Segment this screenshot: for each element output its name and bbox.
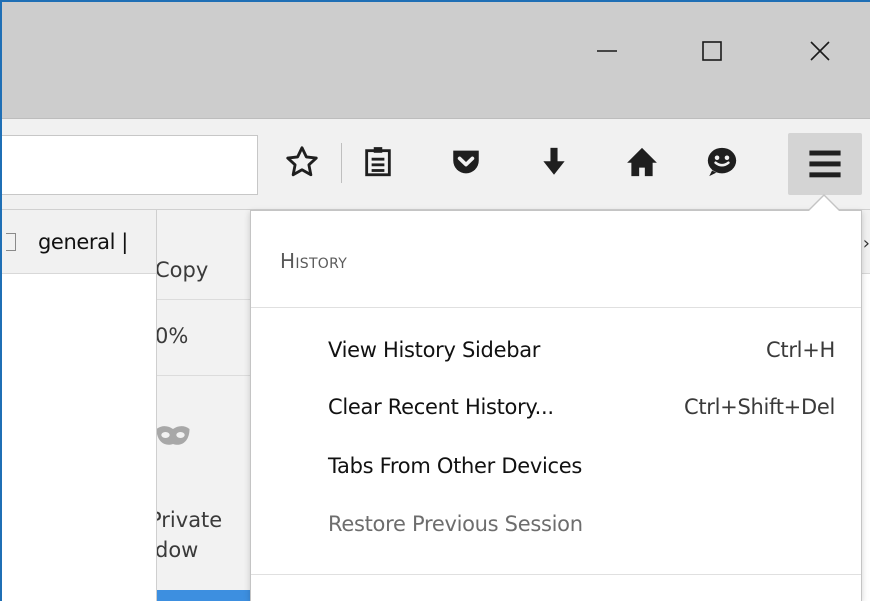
bookmark-item-general[interactable]: general |	[38, 230, 128, 254]
history-panel-header: History	[251, 211, 861, 308]
minimize-icon	[597, 50, 617, 52]
private-mask-icon	[157, 426, 190, 445]
maximize-icon	[702, 41, 722, 61]
menu-item-label: Clear Recent History...	[328, 395, 554, 419]
menu-item-view-history-sidebar[interactable]: View History Sidebar Ctrl+H	[251, 325, 861, 381]
reading-list-icon	[365, 147, 391, 177]
panel-footer-accent	[157, 590, 256, 601]
bookmark-page-icon	[6, 233, 16, 251]
panel-arrow-fill	[809, 196, 839, 211]
hello-chat-icon	[707, 147, 737, 177]
menu-item-label: Restore Previous Session	[328, 512, 583, 536]
menu-item-tabs-from-other-devices[interactable]: Tabs From Other Devices	[251, 441, 861, 497]
private-window-label-line1: Private	[156, 508, 223, 532]
close-button[interactable]	[790, 24, 850, 78]
pocket-button[interactable]	[444, 140, 488, 184]
maximize-button[interactable]	[682, 24, 742, 78]
downloads-button[interactable]	[532, 140, 576, 184]
home-button[interactable]	[620, 140, 664, 184]
history-panel-divider	[251, 574, 861, 575]
menu-item-clear-recent-history[interactable]: Clear Recent History... Ctrl+Shift+Del	[251, 382, 861, 438]
download-icon	[543, 147, 565, 175]
pocket-icon	[453, 150, 479, 174]
home-icon	[627, 147, 657, 177]
menu-item-label: Tabs From Other Devices	[328, 454, 583, 478]
zoom-controls-row: 0%	[157, 300, 256, 376]
bookmarks-overflow-chevron-icon[interactable]: ›	[863, 233, 870, 254]
zoom-level[interactable]: 0%	[157, 324, 188, 348]
menu-item-shortcut: Ctrl+H	[766, 338, 835, 362]
minimize-button[interactable]	[577, 24, 637, 78]
private-window-label-line2: dow	[156, 538, 199, 562]
hamburger-menu-icon	[809, 150, 841, 178]
main-menu-panel: Copy 0% Private dow	[156, 210, 256, 601]
history-panel: History View History Sidebar Ctrl+H Clea…	[250, 210, 862, 601]
menu-item-restore-previous-session[interactable]: Restore Previous Session	[251, 499, 861, 555]
hello-button[interactable]	[700, 140, 744, 184]
url-bar[interactable]	[0, 135, 258, 195]
edit-controls-row: Copy	[157, 210, 256, 300]
bookmark-star-button[interactable]	[280, 140, 324, 184]
main-menu-button[interactable]	[788, 133, 862, 195]
bookmarks-menu-button[interactable]	[356, 140, 400, 184]
toolbar-separator	[341, 143, 342, 183]
close-icon	[810, 41, 830, 61]
private-window-button[interactable]: Private dow	[157, 376, 256, 590]
bookmark-star-icon	[286, 146, 318, 177]
history-panel-title: History	[280, 249, 348, 273]
menu-item-label: View History Sidebar	[328, 338, 541, 362]
copy-button[interactable]: Copy	[157, 258, 208, 282]
menu-item-shortcut: Ctrl+Shift+Del	[683, 395, 835, 419]
